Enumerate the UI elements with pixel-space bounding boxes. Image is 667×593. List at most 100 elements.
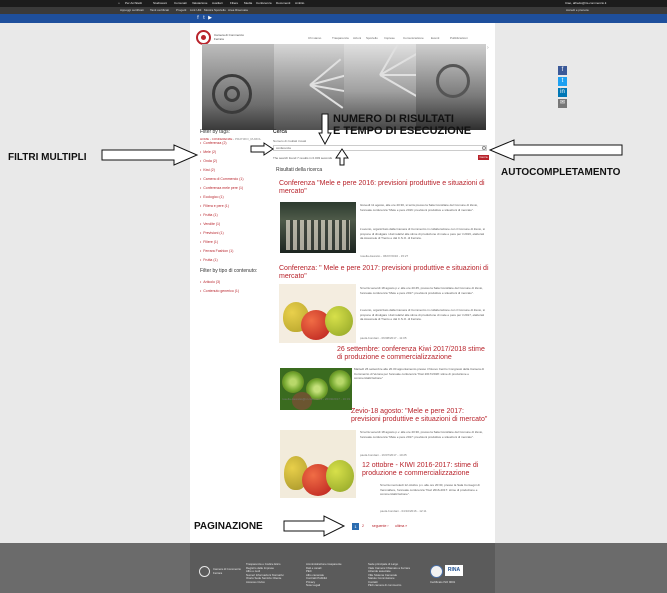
tag-filter-label: Camera di Commercio (1)	[203, 177, 244, 181]
topbar-item[interactable]: Media	[244, 1, 252, 5]
tag-filter-item[interactable]: • Ferrara Fashion (1)	[200, 249, 233, 253]
arrow-filters-icon	[101, 144, 199, 166]
result-title[interactable]: Conferenza: " Mele e pere 2017: previsio…	[279, 265, 491, 281]
tag-filter-item[interactable]: • Previsioni (1)	[200, 231, 224, 235]
subbar-item[interactable]: Progetti	[176, 8, 186, 12]
footer-links[interactable]: Amministrazione trasparente Dati e canal…	[306, 562, 362, 588]
result-thumbnail[interactable]	[279, 284, 356, 343]
tag-filter-item[interactable]: • Frutta (1)	[200, 258, 218, 262]
nav-item[interactable]: Trasparenza	[332, 36, 349, 40]
tag-filter-label: Vendite (1)	[203, 222, 221, 226]
tag-filter-item[interactable]: • Conferenza mele pere (1)	[200, 186, 243, 190]
tag-filter-label: Ecologico (1)	[203, 195, 224, 199]
result-title[interactable]: 12 ottobre - KIWI 2016-2017: stime di pr…	[362, 462, 491, 478]
email-icon[interactable]: ✉	[558, 99, 567, 108]
topbar-item[interactable]: Filiere	[230, 1, 238, 5]
hero-wheel	[436, 64, 470, 98]
tag-filter-item[interactable]: • Frutta (1)	[200, 213, 218, 217]
arrow-input-icon	[250, 142, 274, 156]
topbar-item[interactable]: Valutazione	[192, 1, 207, 5]
result-text: Martedì 26 settembre alle 20.30 appuntam…	[354, 367, 484, 380]
result-title[interactable]: Zevio-18 agosto: "Mele e pere 2017: prev…	[351, 408, 491, 424]
logo-line: Ferrara	[214, 37, 224, 41]
subbar-item[interactable]: Appoggi certificati	[120, 8, 144, 12]
twitter-icon[interactable]: t	[558, 77, 567, 86]
result-meta: rosella.daurelio@vr.camcom.it - 26/09/20…	[282, 397, 351, 401]
type-filter-item[interactable]: • Articolo (3)	[200, 280, 220, 284]
topbar-item[interactable]: Conferenza	[256, 1, 272, 5]
tag-filter-label: Frutta (1)	[203, 213, 218, 217]
footer-links[interactable]: Trasparenza e Codice Etico Registro dell…	[246, 562, 298, 584]
nav-item[interactable]: Pubblicazioni	[450, 36, 468, 40]
result-thumbnail[interactable]	[280, 202, 356, 253]
tag-filter-label: Onda (2)	[203, 159, 218, 163]
footer-links[interactable]: Sede principale di Largo Viale Camera Ch…	[368, 562, 424, 588]
subbar-item[interactable]: Mostra Sportello	[204, 8, 226, 12]
footer: Camera di Commercio Ferrara Trasparenza …	[190, 543, 495, 593]
pager-current-page[interactable]: 1	[352, 523, 359, 530]
topbar-item[interactable]: Studiosoni	[153, 1, 167, 5]
type-filter-label: Contenuto generico (1)	[203, 289, 240, 293]
arrow-pagination-icon	[283, 515, 346, 537]
logo-icon[interactable]	[196, 30, 211, 45]
user-greeting[interactable]: Ciao, alfredo@rts-commercio.it	[565, 1, 606, 5]
kiwi-image	[329, 370, 351, 392]
tag-filter-item[interactable]: • Kiwi (2)	[200, 168, 215, 172]
result-title[interactable]: Conferenza "Mele e pere 2016: previsioni…	[279, 180, 491, 196]
result-text: Si terrà venerdì 18 agosto p.v. alle ore…	[360, 286, 484, 295]
linkedin-icon[interactable]: in	[558, 88, 567, 97]
result-text: Si terrà venerdì 18 agosto p.v. alle ore…	[360, 430, 484, 439]
search-label: Numero di risultati trovati	[273, 139, 307, 143]
bullet-icon: •	[200, 249, 202, 253]
tag-filter-item[interactable]: • Onda (2)	[200, 159, 217, 163]
nav-item[interactable]: Eventi	[431, 36, 439, 40]
footer-logo-icon[interactable]	[199, 566, 210, 577]
tag-filter-item[interactable]: • Vendite (1)	[200, 222, 220, 226]
topbar-item[interactable]: Comunali	[174, 1, 187, 5]
bullet-icon: •	[200, 150, 202, 154]
subbar-item[interactable]: Area Riservata	[228, 8, 248, 12]
logo-text[interactable]: Camera di Commercio Ferrara	[214, 33, 244, 41]
topbar-item[interactable]: Ambito	[295, 1, 304, 5]
topbar-item[interactable]: Documenti	[276, 1, 290, 5]
tag-filter-item[interactable]: • Conferenza (2)	[200, 141, 227, 145]
slider-next-icon[interactable]: ›	[487, 45, 489, 51]
tag-filter-label: Previsioni (1)	[203, 231, 224, 235]
topbar-item[interactable]: Ausiliari	[212, 1, 223, 5]
top-bar: ⌂ Per Architetti Studiosoni Comunali Val…	[0, 0, 667, 7]
home-icon[interactable]: ⌂	[118, 1, 120, 5]
pager-next[interactable]: seguente ›	[372, 524, 389, 528]
tag-filter-item[interactable]: • Mele (2)	[200, 150, 216, 154]
search-input[interactable]	[273, 145, 487, 151]
hero-wheel	[224, 86, 240, 102]
result-text: Giovedì 11 agosto, alle ore 20:30, si te…	[360, 203, 479, 212]
arrow-results-small-icon	[335, 148, 349, 166]
tag-filter-item[interactable]: • Camera di Commercio (1)	[200, 177, 244, 181]
subbar-item[interactable]: Tanti certificati	[150, 8, 169, 12]
footer-side	[0, 543, 190, 593]
result-thumbnail[interactable]	[280, 430, 356, 498]
nav-item[interactable]: Comunicazione	[403, 36, 424, 40]
pager-page-2[interactable]: 2	[362, 524, 364, 528]
youtube-icon[interactable]: ▶	[207, 15, 213, 21]
result-title[interactable]: 26 settembre: conferenza Kiwi 2017/2018 …	[337, 346, 491, 362]
audience-image	[286, 220, 350, 250]
nav-item[interactable]: Chi siamo	[308, 36, 321, 40]
result-meta: paola.bondani - 04/10/2016 - 12:11	[380, 509, 427, 513]
nav-item[interactable]: Imprese	[384, 36, 395, 40]
subbar-item[interactable]: Link Utili	[190, 8, 201, 12]
nav-item[interactable]: Azioni	[353, 36, 361, 40]
topbar-item[interactable]: Per Architetti	[125, 1, 142, 5]
tag-filter-item[interactable]: • Ecologico (1)	[200, 195, 224, 199]
tag-filter-item[interactable]: • Filiera e pere (1)	[200, 204, 229, 208]
facebook-icon[interactable]: f	[558, 66, 567, 75]
result-text: Si terrà mercoledì 12 ottobre p.v. alle …	[380, 483, 480, 496]
result-thumbnail[interactable]	[280, 368, 352, 410]
bullet-icon: •	[200, 258, 202, 262]
tag-filter-item[interactable]: • Filiere (1)	[200, 240, 218, 244]
type-filter-item[interactable]: • Contenuto generico (1)	[200, 289, 239, 293]
search-icon[interactable]	[482, 146, 486, 150]
pager-last[interactable]: ultima »	[395, 524, 407, 528]
nav-item[interactable]: Sportello	[366, 36, 378, 40]
subbar-right-link[interactable]: Accedi e prenota	[566, 8, 589, 12]
